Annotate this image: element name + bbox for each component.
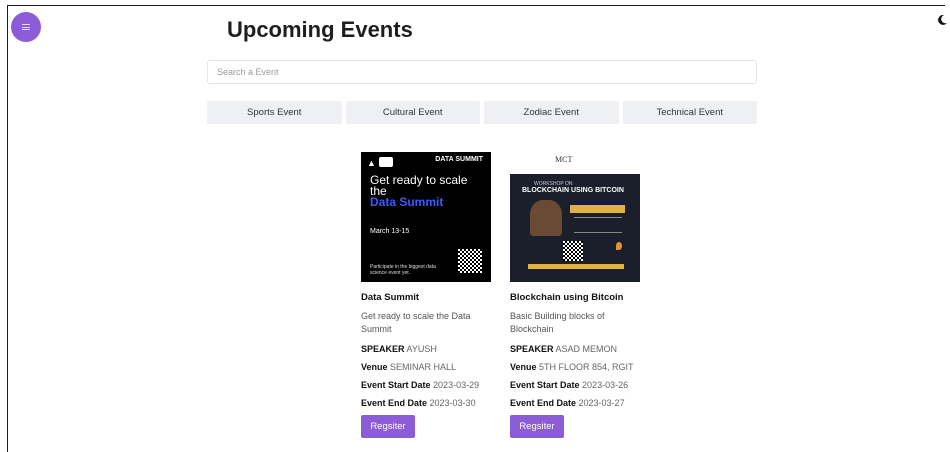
event-category-tabs: Sports Event Cultural Event Zodiac Event… — [207, 101, 757, 124]
poster-brand: DATA SUMMIT — [435, 156, 483, 163]
page-title: Upcoming Events — [227, 17, 413, 42]
register-button[interactable]: Regsiter — [361, 415, 415, 438]
tab-technical-event[interactable]: Technical Event — [622, 101, 757, 124]
event-end-date: Event End Date 2023-03-30 — [361, 398, 491, 408]
speaker-label: SPEAKER — [361, 344, 405, 354]
venue-label: Venue — [510, 362, 537, 372]
moon-icon[interactable] — [936, 14, 948, 26]
poster-details — [574, 217, 622, 233]
event-speaker: SPEAKER AYUSH — [361, 344, 491, 354]
register-button[interactable]: Regsiter — [510, 415, 564, 438]
speaker-label: SPEAKER — [510, 344, 554, 354]
poster-org: MCT — [555, 155, 573, 164]
tab-sports-event[interactable]: Sports Event — [207, 101, 342, 124]
event-description: Get ready to scale the Data Summit — [361, 311, 471, 334]
start-date-value: 2023-03-26 — [582, 380, 629, 390]
event-name: Blockchain using Bitcoin — [510, 292, 624, 303]
event-start-date: Event Start Date 2023-03-26 — [510, 380, 640, 390]
tab-zodiac-event[interactable]: Zodiac Event — [484, 101, 619, 124]
speaker-value: ASAD MEMON — [555, 344, 618, 354]
partner-logo-icon — [379, 157, 393, 167]
poster-headline-accent: Data Summit — [370, 195, 444, 209]
speaker-value: AYUSH — [406, 344, 437, 354]
end-date-label: Event End Date — [510, 398, 577, 408]
event-venue: Venue SEMINAR HALL — [361, 362, 491, 372]
poster-headline: BLOCKCHAIN USING BITCOIN — [522, 187, 624, 194]
event-description: Basic Building blocks of Blockchain — [510, 311, 605, 334]
venue-value: SEMINAR HALL — [390, 362, 457, 372]
poster-headline: Get ready to scale the Data Summit — [370, 174, 480, 209]
event-card: MCT WORKSHOP ON BLOCKCHAIN USING BITCOIN… — [510, 152, 640, 438]
venue-value: 5TH FLOOR 854, RGIT — [539, 362, 634, 372]
poster-dates: March 13-15 — [370, 228, 410, 235]
end-date-label: Event End Date — [361, 398, 428, 408]
event-start-date: Event Start Date 2023-03-29 — [361, 380, 491, 390]
event-poster: ▲ DATA SUMMIT Get ready to scale the Dat… — [361, 152, 491, 282]
start-date-value: 2023-03-29 — [433, 380, 480, 390]
event-venue: Venue 5TH FLOOR 854, RGIT — [510, 362, 640, 372]
event-speaker: SPEAKER ASAD MEMON — [510, 344, 640, 354]
poster-banner — [528, 264, 624, 269]
start-date-label: Event Start Date — [510, 380, 580, 390]
brand-logo-icon: ▲ — [367, 158, 376, 168]
menu-icon — [22, 24, 30, 30]
event-card: ▲ DATA SUMMIT Get ready to scale the Dat… — [361, 152, 491, 438]
event-cards: ▲ DATA SUMMIT Get ready to scale the Dat… — [361, 152, 640, 438]
speaker-plate — [570, 205, 625, 213]
poster-header: MCT — [510, 152, 640, 174]
tab-cultural-event[interactable]: Cultural Event — [345, 101, 480, 124]
event-poster: MCT WORKSHOP ON BLOCKCHAIN USING BITCOIN — [510, 152, 640, 282]
location-pin-icon — [616, 242, 622, 250]
speaker-photo — [530, 200, 562, 236]
end-date-value: 2023-03-30 — [429, 398, 476, 408]
end-date-value: 2023-03-27 — [578, 398, 625, 408]
start-date-label: Event Start Date — [361, 380, 431, 390]
qr-code-icon — [458, 249, 482, 273]
event-name: Data Summit — [361, 292, 420, 303]
poster-footer: Participate in the biggest data science … — [370, 264, 436, 276]
menu-button[interactable] — [11, 12, 41, 42]
event-end-date: Event End Date 2023-03-27 — [510, 398, 640, 408]
search-input[interactable] — [207, 60, 757, 84]
qr-code-icon — [563, 241, 583, 261]
venue-label: Venue — [361, 362, 388, 372]
